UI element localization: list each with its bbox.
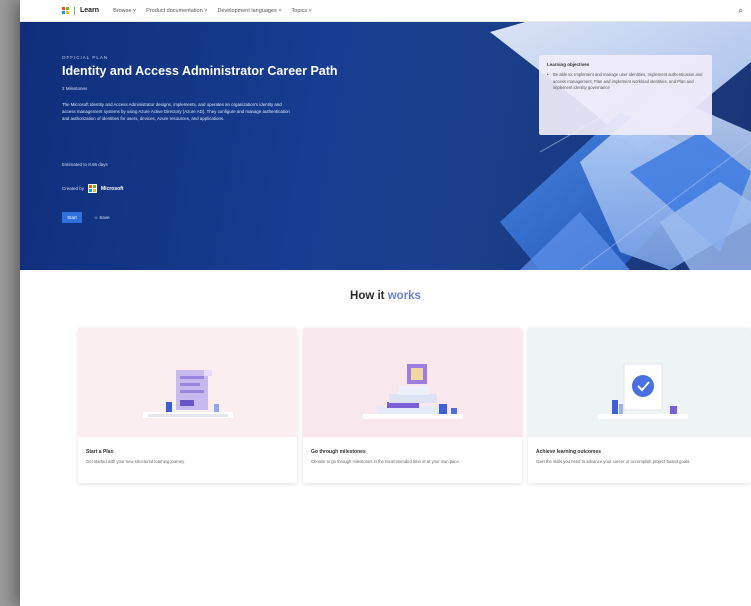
step-card-start-plan: Start a Plan Get started with your new s… [78,328,297,483]
microsoft-logo-icon[interactable] [62,7,69,14]
nav-item-product-documentation[interactable]: Product documentation ˅ [146,8,207,14]
start-button[interactable]: Start [62,212,82,223]
card-title: Achieve learning outcomes [536,449,602,455]
learn-brand-link[interactable]: Learn [80,7,99,14]
hero-banner: OFFICIAL PLAN Identity and Access Admini… [20,22,751,270]
objectives-text: Be able to: Implement and manage user id… [547,72,704,92]
milestones-steps-illustration [303,328,522,437]
microsoft-logo-icon [88,184,98,193]
step-card-milestones: Go through milestones Choose to go throu… [303,328,522,483]
created-by-label: Created by [62,186,85,191]
nav-item-topics[interactable]: Topics ˅ [292,8,312,14]
how-title-accent: works [387,290,421,302]
objectives-title: Learning objectives [547,62,590,67]
created-by: Created by Microsoft [62,184,124,193]
learning-objectives-card: Learning objectives Be able to: Implemen… [539,55,712,135]
badge-achievement-illustration [528,328,751,437]
card-title: Go through milestones [311,449,366,455]
card-title: Start a Plan [86,449,114,455]
card-description: Gain the skills you need to advance your… [536,459,691,464]
nav-item-development-languages[interactable]: Development languages ˅ [217,8,281,14]
created-by-org: Microsoft [101,185,124,192]
plan-document-illustration [78,328,297,437]
step-card-outcomes: Achieve learning outcomes Gain the skill… [528,328,751,483]
nav-divider [74,6,75,15]
nav-item-browse[interactable]: Browse ˅ [113,8,136,14]
top-nav: Learn Browse ˅ Product documentation ˅ D… [20,0,751,22]
plan-eyebrow: OFFICIAL PLAN [62,55,109,60]
plan-description: The Microsoft Identity and Access Admini… [62,102,290,121]
page-title: Identity and Access Administrator Career… [62,64,338,78]
card-description: Choose to go through milestones in the r… [311,459,460,464]
browser-page: Learn Browse ˅ Product documentation ˅ D… [20,0,751,606]
how-it-works-heading: How it works [20,290,751,302]
plan-duration: Estimated to 8.66 days [62,162,108,167]
save-button[interactable]: ☆ Save [94,215,110,221]
card-description: Get started with your new structured lea… [86,459,186,464]
how-title-text: How it [350,290,385,302]
milestone-count: 2 Milestones [62,86,88,91]
search-icon[interactable]: ⌕ [739,6,743,16]
